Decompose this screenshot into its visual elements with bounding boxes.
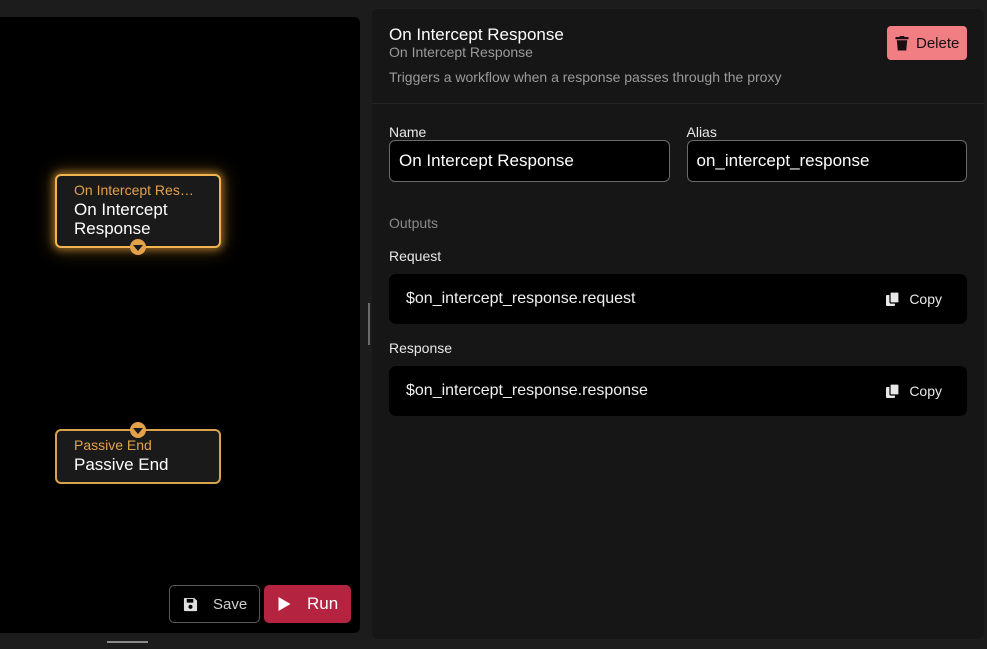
output-response-value: $on_intercept_response.response <box>406 382 648 399</box>
panel-resize-handle[interactable] <box>368 303 370 345</box>
run-button-label: Run <box>307 594 339 613</box>
node-output-handle[interactable] <box>130 239 146 255</box>
node-title: On Intercept Response <box>74 200 168 238</box>
output-request-value: $on_intercept_response.request <box>406 290 636 307</box>
output-response-label: Response <box>389 340 453 356</box>
name-label: Name <box>389 124 427 140</box>
panel-description: Triggers a workflow when a response pass… <box>389 69 782 85</box>
delete-button-label: Delete <box>916 34 960 52</box>
node-type-label: On Intercept Res… <box>74 182 194 198</box>
bottom-tab-indicator <box>107 641 148 643</box>
node-input-handle[interactable] <box>130 422 146 438</box>
panel-subtitle: On Intercept Response <box>389 44 533 60</box>
node-title: Passive End <box>74 455 169 474</box>
delete-button[interactable]: Delete <box>887 26 967 60</box>
workflow-editor: On Intercept Res… On Intercept Response … <box>0 0 987 649</box>
alias-label: Alias <box>686 124 717 140</box>
alias-field-group: Alias <box>686 124 967 182</box>
panel-header: On Intercept Response On Intercept Respo… <box>372 9 984 104</box>
floppy-disk-icon <box>183 597 198 611</box>
alias-input[interactable] <box>686 140 967 182</box>
save-button[interactable]: Save <box>169 585 260 623</box>
output-request-row: $on_intercept_response.request Copy <box>389 274 967 324</box>
name-field-group: Name <box>389 124 670 182</box>
copy-icon <box>886 384 900 398</box>
copy-label: Copy <box>909 291 942 307</box>
copy-response-button[interactable]: Copy <box>886 383 942 399</box>
name-input[interactable] <box>389 140 670 182</box>
save-button-label: Save <box>213 595 248 613</box>
copy-request-button[interactable]: Copy <box>886 291 942 307</box>
trash-icon <box>895 35 909 51</box>
node-details-panel: On Intercept Response On Intercept Respo… <box>372 9 984 639</box>
play-icon <box>278 597 291 611</box>
node-type-label: Passive End <box>74 437 152 453</box>
run-button[interactable]: Run <box>264 585 351 623</box>
output-response-row: $on_intercept_response.response Copy <box>389 366 967 416</box>
node-passive-end[interactable]: Passive End Passive End <box>55 422 221 484</box>
node-fields: Name Alias <box>372 124 984 182</box>
copy-icon <box>886 292 900 306</box>
output-request-label: Request <box>389 248 442 264</box>
workflow-canvas[interactable]: On Intercept Res… On Intercept Response … <box>0 17 360 633</box>
node-on-intercept-response[interactable]: On Intercept Res… On Intercept Response <box>55 174 221 255</box>
panel-title: On Intercept Response <box>389 25 564 44</box>
outputs-section-label: Outputs <box>389 215 439 231</box>
copy-label: Copy <box>909 383 942 399</box>
